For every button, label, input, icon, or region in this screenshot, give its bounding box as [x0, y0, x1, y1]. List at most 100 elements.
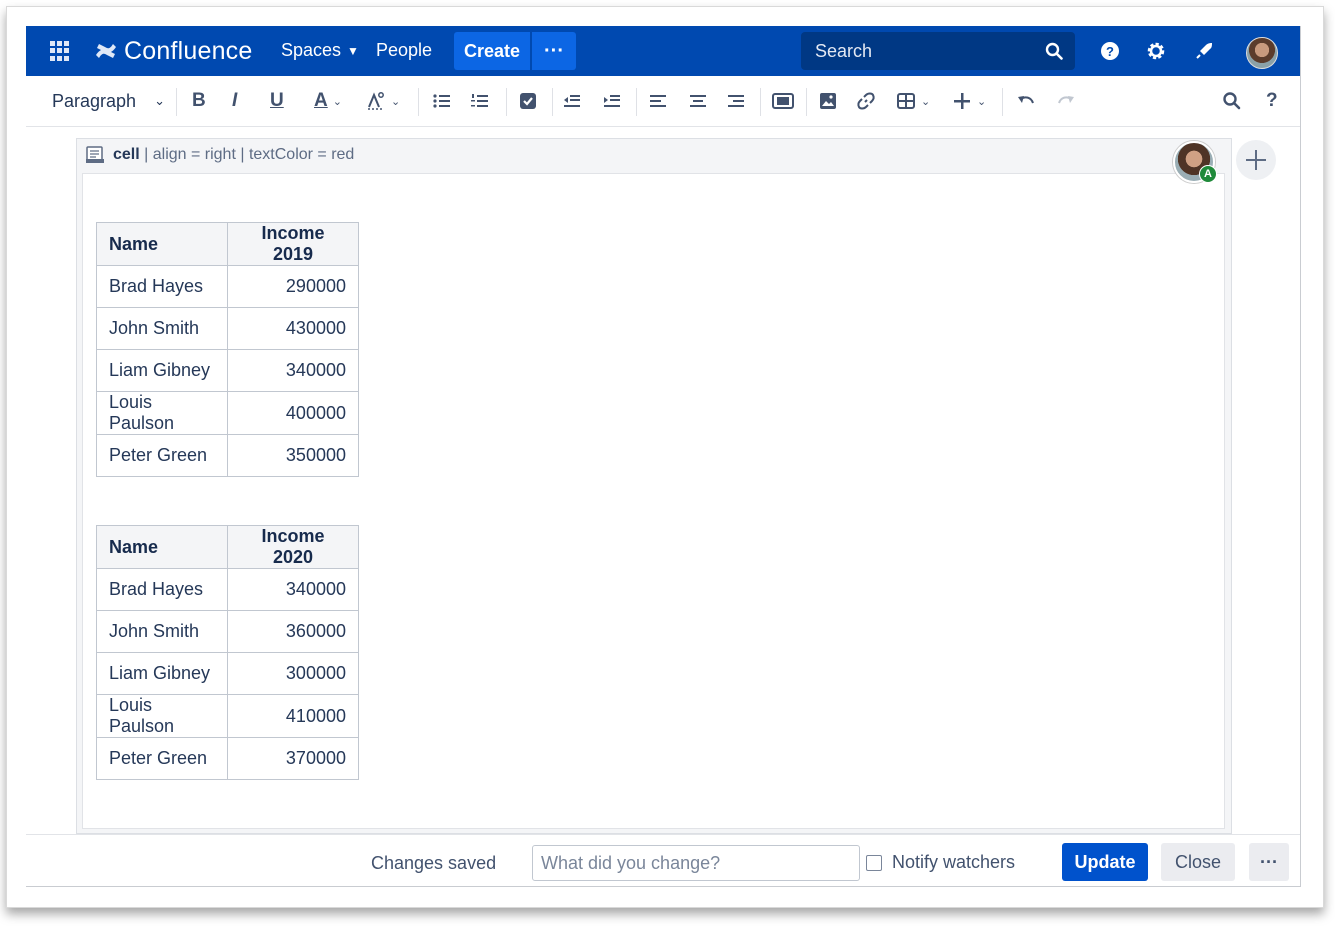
paragraph-style-dropdown[interactable]: Paragraph ⌄	[52, 88, 165, 114]
help-icon: ?	[1266, 90, 1278, 111]
help-icon[interactable]: ?	[1098, 39, 1122, 63]
table-cell[interactable]: Louis Paulson	[96, 694, 228, 738]
toolbar-divider	[1002, 88, 1003, 116]
create-button[interactable]: Create	[454, 32, 530, 70]
macro-title: cell | align = right | textColor = red	[113, 146, 354, 164]
table-cell[interactable]: Peter Green	[96, 737, 228, 780]
chevron-down-icon: ▼	[347, 43, 359, 58]
keyboard-help-button[interactable]: ?	[1266, 88, 1278, 114]
text-formatting-button[interactable]: ⌄	[366, 88, 400, 114]
text-color-button[interactable]: A ⌄	[314, 88, 342, 114]
indent-button[interactable]	[602, 88, 622, 114]
confluence-logo[interactable]: Confluence	[94, 36, 252, 66]
numbered-list-button[interactable]	[470, 88, 490, 114]
income-2020-table[interactable]: Name Income 2020 Brad Hayes 340000 John …	[96, 525, 359, 780]
collaborator-badge: A	[1199, 165, 1217, 183]
table-cell[interactable]: 340000	[227, 568, 359, 611]
nav-people[interactable]: People	[376, 40, 432, 61]
toolbar-divider	[760, 88, 761, 116]
change-comment-input[interactable]	[532, 845, 860, 881]
macro-name: cell	[113, 146, 140, 163]
chevron-down-icon: ⌄	[921, 95, 931, 108]
text-color-icon: A	[314, 90, 328, 111]
table-row: John Smith 430000	[96, 307, 359, 350]
undo-button[interactable]	[1016, 88, 1036, 114]
checkbox[interactable]	[866, 854, 882, 871]
outdent-icon	[564, 95, 580, 107]
table-cell[interactable]: Brad Hayes	[96, 568, 228, 611]
table-icon	[897, 93, 915, 109]
insert-more-button[interactable]: ⌄	[952, 88, 986, 114]
notify-watchers-checkbox[interactable]: Notify watchers	[866, 852, 1015, 873]
redo-button[interactable]	[1056, 88, 1076, 114]
table-cell[interactable]: 370000	[227, 737, 359, 780]
close-button[interactable]: Close	[1161, 843, 1235, 881]
table-header-cell[interactable]: Name	[96, 525, 228, 569]
table-cell[interactable]: Liam Gibney	[96, 652, 228, 695]
table-cell[interactable]: 400000	[227, 391, 359, 435]
task-list-button[interactable]	[518, 88, 538, 114]
numbered-list-icon	[471, 94, 488, 107]
search-box[interactable]	[801, 32, 1075, 70]
outdent-button[interactable]	[562, 88, 582, 114]
svg-text:?: ?	[1106, 44, 1114, 59]
table-cell[interactable]: John Smith	[96, 307, 228, 350]
table-cell[interactable]: 360000	[227, 610, 359, 653]
table-cell[interactable]: Louis Paulson	[96, 391, 228, 435]
table-cell[interactable]: 430000	[227, 307, 359, 350]
bullet-list-button[interactable]	[432, 88, 452, 114]
table-cell[interactable]: 290000	[227, 265, 359, 308]
bold-icon: B	[192, 90, 206, 111]
income-2019-table[interactable]: Name Income 2019 Brad Hayes 290000 John …	[96, 222, 359, 477]
table-row: Brad Hayes 290000	[96, 265, 359, 308]
table-cell[interactable]: Peter Green	[96, 434, 228, 477]
insert-image-button[interactable]	[818, 88, 838, 114]
table-header-cell[interactable]: Income 2020	[227, 525, 359, 569]
create-more-button[interactable]: ···	[532, 32, 576, 70]
plus-icon	[954, 93, 970, 109]
paragraph-style-label: Paragraph	[52, 90, 137, 111]
indent-icon	[604, 95, 620, 107]
app-switcher-icon[interactable]	[50, 41, 70, 61]
notifications-icon[interactable]	[1192, 39, 1216, 63]
table-cell[interactable]: John Smith	[96, 610, 228, 653]
gear-icon[interactable]	[1144, 39, 1168, 63]
underline-icon: U	[270, 90, 284, 111]
table-cell[interactable]: 410000	[227, 694, 359, 738]
table-cell[interactable]: Liam Gibney	[96, 349, 228, 392]
more-actions-button[interactable]: ···	[1249, 843, 1289, 881]
redo-icon	[1058, 96, 1074, 104]
table-header-cell[interactable]: Name	[96, 222, 228, 266]
table-cell[interactable]: 300000	[227, 652, 359, 695]
plus-icon	[1246, 150, 1266, 170]
search-input[interactable]	[813, 40, 1037, 63]
bold-button[interactable]: B	[192, 88, 206, 114]
nav-spaces[interactable]: Spaces ▼	[281, 40, 359, 61]
cell-macro-placeholder[interactable]: cell | align = right | textColor = red N…	[76, 138, 1232, 834]
nav-spaces-label: Spaces	[281, 40, 342, 60]
align-left-button[interactable]	[648, 88, 668, 114]
table-cell[interactable]: 340000	[227, 349, 359, 392]
add-content-button[interactable]	[1236, 140, 1276, 180]
align-right-icon	[728, 95, 744, 107]
update-button[interactable]: Update	[1062, 843, 1148, 881]
insert-table-button[interactable]: ⌄	[896, 88, 930, 114]
underline-button[interactable]: U	[270, 88, 284, 114]
table-row: Louis Paulson 410000	[96, 694, 359, 738]
table-header-cell[interactable]: Income 2019	[227, 222, 359, 266]
italic-button[interactable]: I	[232, 88, 237, 114]
macro-body[interactable]: Name Income 2019 Brad Hayes 290000 John …	[82, 173, 1225, 829]
search-icon[interactable]	[1045, 42, 1063, 60]
page-layout-button[interactable]	[772, 88, 794, 114]
table-cell[interactable]: 350000	[227, 434, 359, 477]
user-avatar[interactable]	[1246, 37, 1278, 69]
search-icon	[1223, 92, 1241, 110]
link-icon	[857, 92, 875, 110]
toolbar-divider	[418, 88, 419, 116]
align-center-button[interactable]	[688, 88, 708, 114]
table-cell[interactable]: Brad Hayes	[96, 265, 228, 308]
align-right-button[interactable]	[726, 88, 746, 114]
align-left-icon	[650, 95, 666, 107]
find-replace-button[interactable]	[1222, 88, 1242, 114]
insert-link-button[interactable]	[856, 88, 876, 114]
